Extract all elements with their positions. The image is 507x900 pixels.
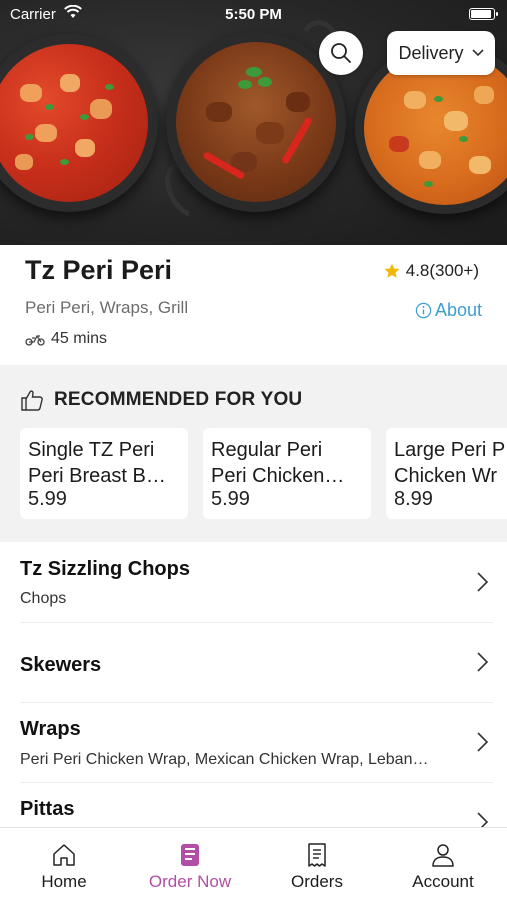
item-price: 5.99 xyxy=(211,488,250,510)
eta-value: 45 mins xyxy=(51,330,108,347)
chevron-right-icon xyxy=(477,812,489,827)
search-icon xyxy=(331,43,351,63)
info-icon xyxy=(415,302,432,319)
item-title-line: Peri Chicken… xyxy=(211,465,345,487)
battery-icon xyxy=(469,8,498,20)
category-name: Skewers xyxy=(20,654,102,676)
tab-label: Orders xyxy=(291,872,343,891)
recommended-item-card[interactable]: Large Peri P Chicken Wr 8.99 xyxy=(386,428,507,519)
home-icon xyxy=(53,844,75,866)
category-subtitle: Peri Peri Chicken Wrap, Mexican Chicken … xyxy=(20,751,429,768)
thumbs-up-icon xyxy=(21,390,43,411)
chevron-right-icon xyxy=(477,652,489,672)
order-icon xyxy=(181,844,199,866)
item-title-line: Chicken Wr xyxy=(394,465,497,487)
recommended-heading: RECOMMENDED FOR YOU xyxy=(20,389,302,411)
item-title-line: Peri Breast B… xyxy=(28,465,166,487)
category-name: Tz Sizzling Chops xyxy=(20,558,190,580)
tab-order-now[interactable]: Order Now xyxy=(127,842,253,892)
menu-category-row[interactable]: Wraps Peri Peri Chicken Wrap, Mexican Ch… xyxy=(0,703,507,782)
item-price: 5.99 xyxy=(28,488,67,510)
menu-category-row[interactable]: Pittas xyxy=(0,783,507,827)
chevron-right-icon xyxy=(477,572,489,592)
category-name: Pittas xyxy=(20,798,75,820)
item-title-line: Large Peri P xyxy=(394,439,506,461)
recommended-section: RECOMMENDED FOR YOU Single TZ Peri Peri … xyxy=(0,365,507,542)
tab-label: Order Now xyxy=(148,872,232,891)
receipt-icon xyxy=(308,843,326,867)
status-time: 5:50 PM xyxy=(225,6,282,23)
item-title-line: Single TZ Peri xyxy=(28,439,155,461)
tab-label: Home xyxy=(41,872,87,891)
about-label: About xyxy=(434,300,482,320)
chevron-right-icon xyxy=(477,732,489,752)
about-link[interactable]: About xyxy=(415,300,482,321)
tab-account[interactable]: Account xyxy=(380,842,506,892)
chevron-down-icon xyxy=(471,49,484,57)
recommended-heading-text: RECOMMENDED FOR YOU xyxy=(54,389,303,410)
category-subtitle: Chops xyxy=(20,590,67,607)
tab-label: Account xyxy=(412,872,474,891)
recommended-item-card[interactable]: Single TZ Peri Peri Breast B… 5.99 xyxy=(20,428,188,519)
tab-orders[interactable]: Orders xyxy=(254,842,380,892)
menu-category-row[interactable]: Skewers xyxy=(0,623,507,702)
item-price: 8.99 xyxy=(394,488,433,510)
dish-image-left xyxy=(0,34,158,212)
bottom-tab-bar: Home Order Now Orders Account xyxy=(0,827,507,900)
rating-value: 4.8(300+) xyxy=(405,261,479,280)
category-name: Wraps xyxy=(20,718,81,740)
restaurant-name: Tz Peri Peri xyxy=(25,255,173,285)
delivery-mode-dropdown[interactable]: Delivery xyxy=(387,31,495,75)
status-bar: Carrier 5:50 PM xyxy=(0,0,507,30)
recommended-item-card[interactable]: Regular Peri Peri Chicken… 5.99 xyxy=(203,428,371,519)
person-icon xyxy=(432,844,454,867)
item-title-line: Regular Peri xyxy=(211,439,323,461)
delivery-mode-label: Delivery xyxy=(398,42,464,63)
tab-home[interactable]: Home xyxy=(1,842,127,892)
scooter-icon xyxy=(25,335,45,346)
menu-category-row[interactable]: Tz Sizzling Chops Chops xyxy=(0,542,507,622)
star-icon xyxy=(384,263,400,278)
delivery-time: 45 mins xyxy=(25,330,107,348)
cuisine-list: Peri Peri, Wraps, Grill xyxy=(25,298,189,317)
rating: 4.8(300+) xyxy=(383,261,479,281)
search-button[interactable] xyxy=(319,31,363,75)
hero-banner: Carrier 5:50 PM Delivery xyxy=(0,0,507,245)
restaurant-info: Tz Peri Peri 4.8(300+) Peri Peri, Wraps,… xyxy=(0,245,507,365)
